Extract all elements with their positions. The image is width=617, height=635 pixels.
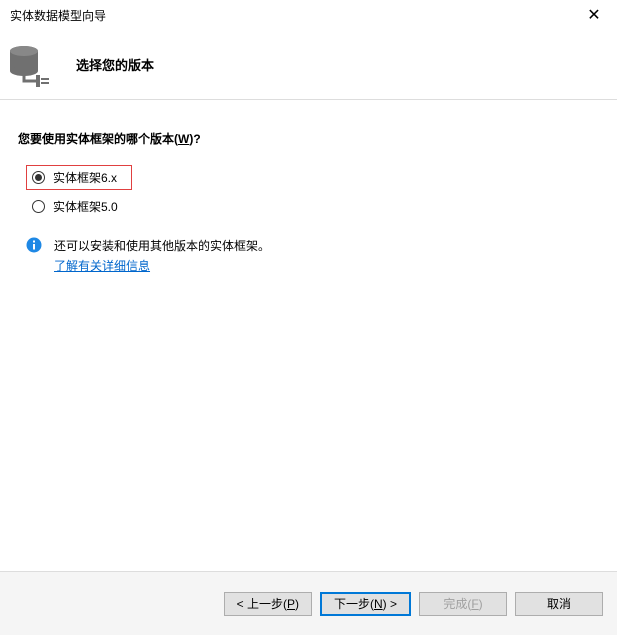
learn-more-link[interactable]: 了解有关详细信息 [54, 257, 150, 275]
info-text: 还可以安装和使用其他版本的实体框架。 了解有关详细信息 [54, 237, 270, 275]
radio-ef5[interactable]: 实体框架5.0 [26, 194, 124, 219]
wizard-content: 您要使用实体框架的哪个版本(W)? 实体框架6.x 实体框架5.0 还可以安装和… [0, 100, 617, 571]
info-icon [26, 237, 42, 253]
next-button[interactable]: 下一步(N) > [320, 592, 411, 616]
cancel-button[interactable]: 取消 [515, 592, 603, 616]
radio-label: 实体框架5.0 [53, 198, 118, 215]
window-title: 实体数据模型向导 [10, 7, 106, 24]
radio-icon [32, 200, 45, 213]
wizard-header: 选择您的版本 [0, 30, 617, 100]
version-radio-group: 实体框架6.x 实体框架5.0 [18, 165, 599, 219]
info-message: 还可以安装和使用其他版本的实体框架。 了解有关详细信息 [18, 237, 599, 275]
radio-label: 实体框架6.x [53, 169, 117, 186]
database-icon [8, 41, 56, 89]
close-icon: ✕ [587, 5, 600, 25]
wizard-step-title: 选择您的版本 [76, 55, 154, 74]
close-button[interactable]: ✕ [571, 0, 617, 30]
titlebar: 实体数据模型向导 ✕ [0, 0, 617, 30]
radio-ef6[interactable]: 实体框架6.x [26, 165, 132, 190]
finish-button: 完成(F) [419, 592, 507, 616]
back-button[interactable]: < 上一步(P) [224, 592, 312, 616]
radio-icon [32, 171, 45, 184]
wizard-footer: < 上一步(P) 下一步(N) > 完成(F) 取消 [0, 571, 617, 635]
version-prompt: 您要使用实体框架的哪个版本(W)? [18, 130, 599, 147]
